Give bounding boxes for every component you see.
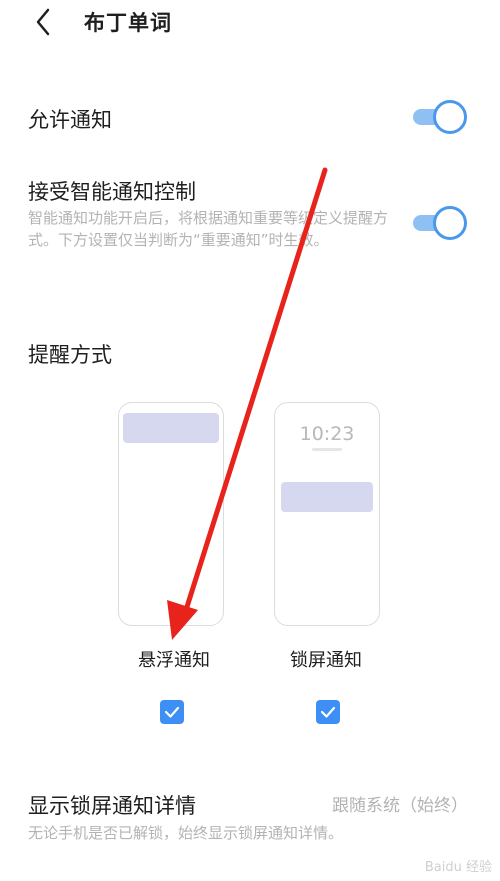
toggle-knob: [433, 100, 467, 134]
lockscreen-notify-preview[interactable]: 10:23: [274, 402, 380, 626]
allow-notify-toggle[interactable]: [409, 100, 467, 134]
reminder-section-title: 提醒方式: [28, 343, 112, 367]
preview-card: [281, 482, 373, 512]
smart-notify-label: 接受智能通知控制: [28, 180, 196, 204]
check-icon: [320, 706, 336, 718]
floating-notify-checkbox[interactable]: [160, 700, 184, 724]
floating-notify-preview[interactable]: [118, 402, 224, 626]
preview-clock: 10:23: [299, 423, 355, 445]
preview-banner: [123, 413, 219, 443]
allow-notify-label: 允许通知: [28, 108, 112, 132]
smart-notify-description: 智能通知功能开启后，将根据通知重要等级定义提醒方式。下方设置仅当判断为“重要通知…: [28, 209, 389, 249]
floating-notify-label: 悬浮通知: [138, 650, 210, 671]
smart-notify-toggle[interactable]: [409, 206, 467, 240]
header-bar: 布丁单词: [0, 0, 500, 44]
lockscreen-detail-description: 无论手机是否已解锁，始终显示锁屏通知详情。: [28, 824, 344, 842]
toggle-knob: [433, 206, 467, 240]
page-title: 布丁单词: [84, 11, 172, 35]
lockscreen-notify-label: 锁屏通知: [290, 650, 362, 671]
lockscreen-detail-value[interactable]: 跟随系统（始终）: [332, 791, 468, 816]
lockscreen-notify-checkbox[interactable]: [316, 700, 340, 724]
check-icon: [164, 706, 180, 718]
lockscreen-detail-label[interactable]: 显示锁屏通知详情: [28, 790, 196, 820]
back-button[interactable]: [28, 6, 60, 38]
baidu-watermark: Baidu 经验: [424, 860, 492, 875]
preview-divider: [312, 448, 342, 451]
chevron-left-icon: [36, 8, 50, 36]
